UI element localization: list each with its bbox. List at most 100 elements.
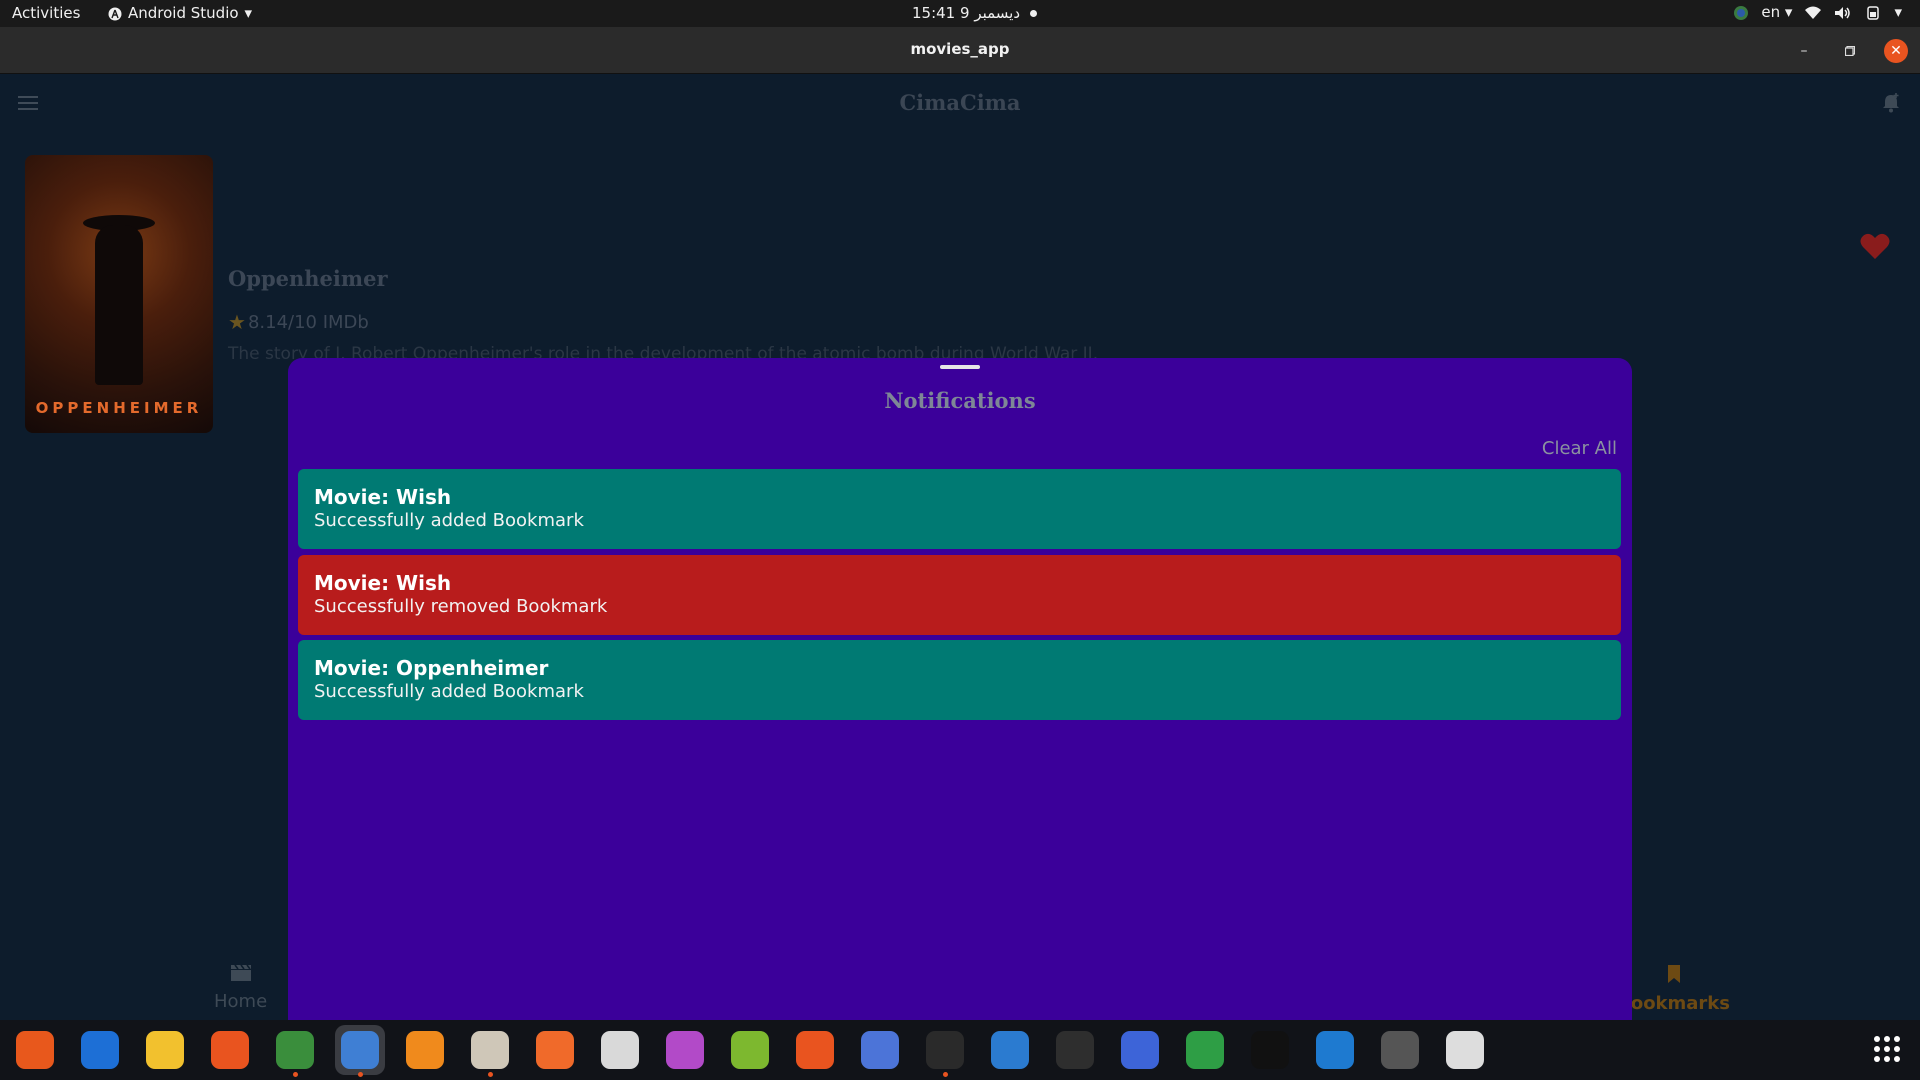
- dock-item[interactable]: [1180, 1025, 1230, 1075]
- running-indicator-icon: [292, 1072, 298, 1077]
- dock-item[interactable]: [985, 1025, 1035, 1075]
- vlc-icon: [406, 1031, 444, 1069]
- gnome-top-bar: Activities Android Studio ▾ 15:41 9 ديسم…: [0, 0, 1920, 27]
- language-label: en: [1761, 3, 1781, 21]
- dock-item[interactable]: [530, 1025, 580, 1075]
- writer-icon: [991, 1031, 1029, 1069]
- firefox-icon: [16, 1031, 54, 1069]
- show-apps-icon[interactable]: [1874, 1036, 1900, 1062]
- rating-label: 8.14/10 IMDb: [247, 311, 369, 333]
- notification-message: Successfully removed Bookmark: [314, 596, 608, 617]
- nav-home[interactable]: Home: [214, 964, 267, 1012]
- android-studio-icon: [108, 4, 122, 22]
- thunderbird-icon: [81, 1031, 119, 1069]
- terminal-icon: [1056, 1031, 1094, 1069]
- activities-button[interactable]: Activities: [12, 4, 80, 22]
- dock-item[interactable]: [1440, 1025, 1490, 1075]
- dock-item[interactable]: [920, 1025, 970, 1077]
- dock-item[interactable]: [75, 1025, 125, 1075]
- dock-item[interactable]: [595, 1025, 645, 1075]
- notifications-sheet: Notifications Clear All Movie: Wish Succ…: [288, 358, 1632, 1020]
- notification-bell-icon[interactable]: [1880, 92, 1902, 118]
- dock-item[interactable]: [660, 1025, 710, 1075]
- dock-item[interactable]: [1245, 1025, 1295, 1075]
- clear-all-button[interactable]: Clear All: [1542, 438, 1617, 459]
- intellij-icon: [1251, 1031, 1289, 1069]
- power-menu-chevron-icon[interactable]: ▾: [1894, 3, 1902, 21]
- dock-item[interactable]: [335, 1025, 385, 1077]
- running-indicator-icon: [942, 1072, 948, 1077]
- dock-item[interactable]: [1310, 1025, 1360, 1075]
- android-icon: [731, 1031, 769, 1069]
- ipod-icon: [1446, 1031, 1484, 1069]
- files-icon: [471, 1031, 509, 1069]
- nav-home-label: Home: [214, 991, 268, 1012]
- dock-item[interactable]: [205, 1025, 255, 1075]
- android-studio-icon: [341, 1031, 379, 1069]
- window-title: movies_app: [910, 40, 1010, 58]
- battery-icon[interactable]: [1864, 3, 1882, 21]
- clapperboard-icon: [214, 964, 267, 987]
- language-indicator[interactable]: en ▾: [1761, 3, 1792, 21]
- update-icon: [1381, 1031, 1419, 1069]
- screenshot-icon: [1121, 1031, 1159, 1069]
- heart-icon[interactable]: [1860, 232, 1890, 264]
- ubuntu-dock: [0, 1020, 1920, 1080]
- dock-item[interactable]: [1375, 1025, 1425, 1075]
- draw-icon: [536, 1031, 574, 1069]
- dock-item[interactable]: [725, 1025, 775, 1075]
- sheet-drag-handle[interactable]: [940, 365, 980, 369]
- movie-poster[interactable]: OPPENHEIMER: [25, 155, 213, 433]
- dock-item[interactable]: [855, 1025, 905, 1075]
- tasks-icon: [861, 1031, 899, 1069]
- chrome-icon: [276, 1031, 314, 1069]
- dock-item[interactable]: [790, 1025, 840, 1075]
- notification-title: Movie: Oppenheimer: [314, 656, 549, 680]
- clock[interactable]: 15:41 9 ديسمبر: [912, 4, 1038, 22]
- movie-rating: ★ 8.14/10 IMDb: [228, 310, 369, 334]
- notification-message: Successfully added Bookmark: [314, 681, 584, 702]
- close-button[interactable]: ✕: [1884, 39, 1908, 63]
- notification-dot-icon: [1030, 9, 1038, 17]
- notification-card[interactable]: Movie: Wish Successfully removed Bookmar…: [298, 555, 1621, 635]
- dock-item[interactable]: [1115, 1025, 1165, 1075]
- notification-title: Movie: Wish: [314, 571, 452, 595]
- minimize-button[interactable]: –: [1792, 39, 1816, 63]
- app-title: CimaCima: [899, 90, 1021, 115]
- color-picker-icon[interactable]: [1733, 3, 1749, 21]
- app-window: CimaCima OPPENHEIMER Oppenheimer ★ 8.14/…: [0, 74, 1920, 1020]
- star-icon: ★: [228, 310, 246, 334]
- dock-item[interactable]: [465, 1025, 515, 1077]
- dock-item[interactable]: [140, 1025, 190, 1075]
- calc-icon: [1186, 1031, 1224, 1069]
- nav-bookmarks[interactable]: Bookmarks: [1617, 964, 1730, 1014]
- maximize-button[interactable]: [1838, 39, 1862, 63]
- dock-item[interactable]: [270, 1025, 320, 1077]
- volume-icon[interactable]: [1834, 3, 1852, 21]
- chevron-down-icon: ▾: [244, 4, 253, 22]
- notification-card[interactable]: Movie: Oppenheimer Successfully added Bo…: [298, 640, 1621, 720]
- notification-title: Movie: Wish: [314, 485, 452, 509]
- sheet-title: Notifications: [884, 388, 1036, 413]
- wifi-icon[interactable]: [1804, 3, 1822, 21]
- rhythmbox-icon: [146, 1031, 184, 1069]
- clock-label: 15:41 9 ديسمبر: [912, 4, 1021, 22]
- document-viewer-icon: [601, 1031, 639, 1069]
- nav-bookmarks-label: Bookmarks: [1617, 993, 1730, 1014]
- dock-item[interactable]: [400, 1025, 450, 1075]
- movie-title[interactable]: Oppenheimer: [228, 266, 388, 291]
- ubuntu-icon: [796, 1031, 834, 1069]
- running-indicator-icon: [487, 1072, 493, 1077]
- poster-title: OPPENHEIMER: [35, 399, 203, 417]
- system-tray[interactable]: en ▾ ▾: [1733, 3, 1902, 21]
- app-menu-label: Android Studio: [128, 4, 239, 22]
- dock-item[interactable]: [1050, 1025, 1100, 1075]
- video-player-icon: [666, 1031, 704, 1069]
- notification-message: Successfully added Bookmark: [314, 510, 584, 531]
- software-center-icon: [211, 1031, 249, 1069]
- app-menu[interactable]: Android Studio ▾: [108, 4, 252, 22]
- poster-figure-shape: [95, 225, 143, 385]
- dock-item[interactable]: [10, 1025, 60, 1075]
- vscode-icon: [1316, 1031, 1354, 1069]
- notification-card[interactable]: Movie: Wish Successfully added Bookmark: [298, 469, 1621, 549]
